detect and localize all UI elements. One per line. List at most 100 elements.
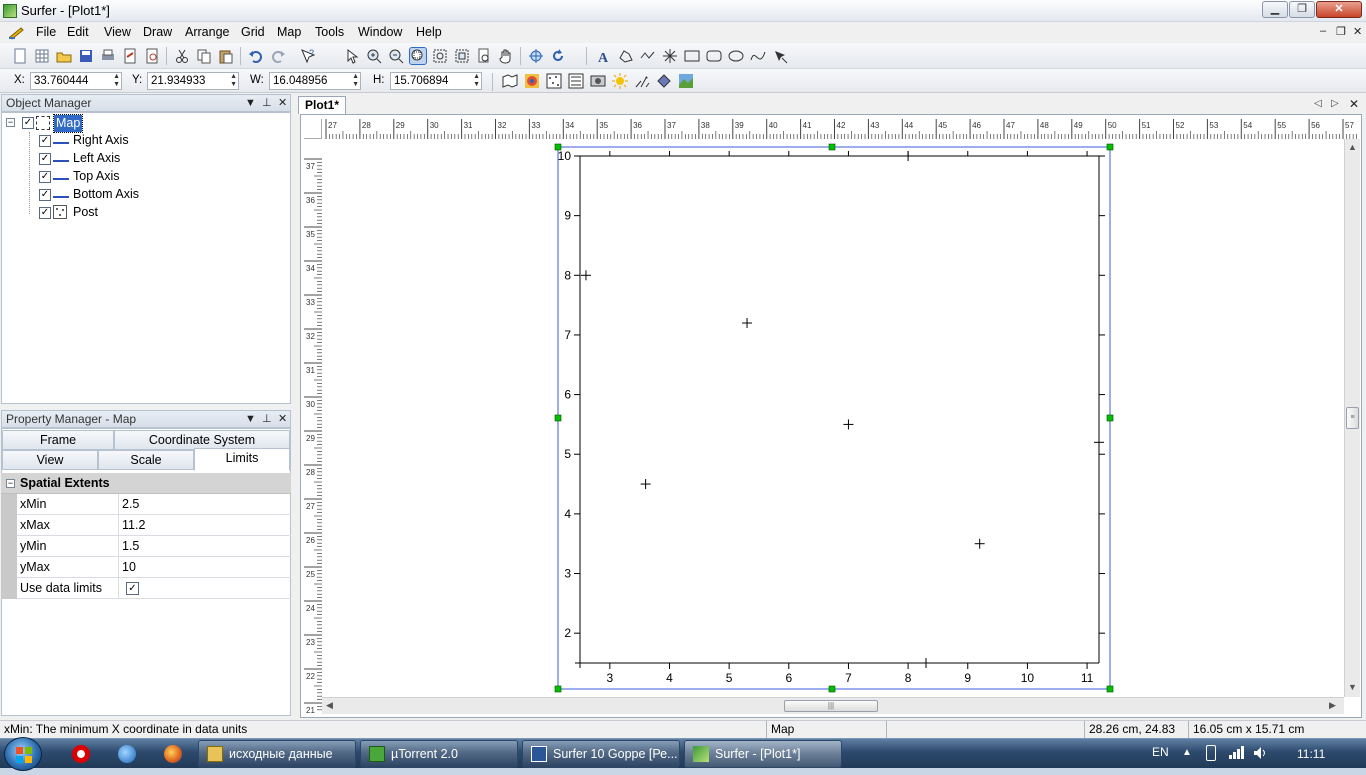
tray-expand-icon[interactable]: ▲ [1182, 747, 1192, 758]
polyline-icon[interactable] [640, 48, 656, 64]
rounded-rectangle-icon[interactable] [706, 48, 722, 64]
vertical-scroll-thumb[interactable]: ≡ [1346, 407, 1359, 429]
menu-help[interactable]: Help [416, 25, 442, 39]
tab-plot1[interactable]: Plot1* [298, 96, 347, 114]
tab-view[interactable]: View [2, 450, 98, 470]
new-worksheet-icon[interactable] [34, 48, 50, 64]
y-position-field[interactable]: 21.934933 ▲ ▼ [147, 72, 239, 90]
scroll-down-arrow-icon[interactable]: ▼ [1348, 682, 1357, 692]
panel-menu-icon[interactable]: ▼ [245, 411, 256, 427]
tree-item-map[interactable]: Map [52, 114, 84, 133]
open-icon[interactable] [56, 48, 72, 64]
selection-handle[interactable] [1106, 143, 1114, 151]
new-icon[interactable] [12, 48, 28, 64]
tree-item-top-axis[interactable]: Top Axis [73, 168, 120, 185]
section-header-spatial-extents[interactable]: − Spatial Extents [1, 473, 291, 494]
tab-limits[interactable]: Limits [194, 448, 290, 471]
wireframe-icon[interactable] [656, 73, 672, 89]
post-map-icon[interactable] [546, 73, 562, 89]
pin-icon[interactable]: ⊥ [262, 411, 272, 427]
select-arrow-icon[interactable] [344, 48, 360, 64]
firefox-icon[interactable] [164, 745, 182, 763]
rotate-icon[interactable] [550, 48, 566, 64]
export-icon[interactable] [122, 48, 138, 64]
clock[interactable]: 11:11 [1297, 747, 1325, 761]
menu-tools[interactable]: Tools [315, 25, 344, 39]
document-system-icon[interactable] [8, 25, 24, 40]
copy-icon[interactable] [196, 48, 212, 64]
tree-item-post[interactable]: Post [73, 204, 98, 221]
base-map-icon[interactable] [502, 73, 518, 89]
menu-map[interactable]: Map [277, 25, 301, 39]
tab-frame[interactable]: Frame [2, 430, 114, 450]
trackball-icon[interactable] [528, 48, 544, 64]
mdi-close-button[interactable]: ✕ [1353, 25, 1362, 38]
ymin-value-field[interactable]: 1.5 [118, 536, 291, 557]
volume-icon[interactable] [1252, 745, 1268, 764]
tab-coordinate-system[interactable]: Coordinate System [114, 430, 290, 450]
selection-handle[interactable] [1106, 685, 1114, 693]
help-pointer-icon[interactable]: ? [300, 48, 316, 64]
menu-window[interactable]: Window [358, 25, 402, 39]
spline-icon[interactable] [750, 48, 766, 64]
top-axis-visibility-checkbox[interactable]: ✓ [39, 171, 51, 183]
tree-item-bottom-axis[interactable]: Bottom Axis [73, 186, 139, 203]
x-position-field[interactable]: 33.760444 ▲ ▼ [30, 72, 122, 90]
right-axis-visibility-checkbox[interactable]: ✓ [39, 135, 51, 147]
left-axis-visibility-checkbox[interactable]: ✓ [39, 153, 51, 165]
menu-edit[interactable]: Edit [67, 25, 89, 39]
taskbar-item-surfer[interactable]: Surfer - [Plot1*] [684, 740, 842, 768]
surface-map-icon[interactable] [678, 73, 694, 89]
menu-arrange[interactable]: Arrange [185, 25, 229, 39]
panel-close-icon[interactable]: ✕ [278, 411, 287, 427]
minimize-button[interactable]: ▁ [1262, 1, 1288, 18]
tab-scroll-right-icon[interactable]: ▷ [1331, 98, 1339, 109]
scroll-left-arrow-icon[interactable]: ◀ [326, 700, 333, 711]
selection-handle[interactable] [828, 143, 836, 151]
scroll-right-arrow-icon[interactable]: ▶ [1329, 700, 1336, 711]
xmax-value-field[interactable]: 11.2 [118, 515, 291, 536]
save-icon[interactable] [78, 48, 94, 64]
menu-grid[interactable]: Grid [241, 25, 265, 39]
mdi-restore-button[interactable]: ❐ [1336, 25, 1346, 38]
zoom-out-icon[interactable] [388, 48, 404, 64]
h-spinner[interactable]: ▲ ▼ [473, 73, 480, 89]
selection-handle[interactable] [554, 685, 562, 693]
print-preview-icon[interactable] [144, 48, 160, 64]
bottom-axis-visibility-checkbox[interactable]: ✓ [39, 189, 51, 201]
symbol-icon[interactable] [662, 48, 678, 64]
zoom-page-icon[interactable] [432, 48, 448, 64]
ellipse-icon[interactable] [728, 48, 744, 64]
panel-menu-icon[interactable]: ▼ [245, 95, 256, 111]
post-visibility-checkbox[interactable]: ✓ [39, 207, 51, 219]
contour-map-icon[interactable] [524, 73, 540, 89]
polygon-icon[interactable] [618, 48, 634, 64]
cut-icon[interactable] [174, 48, 190, 64]
zoom-selected-icon[interactable] [476, 48, 492, 64]
opera-icon[interactable] [72, 745, 90, 763]
battery-icon[interactable] [1206, 745, 1216, 761]
reshape-icon[interactable] [772, 48, 788, 64]
tree-item-right-axis[interactable]: Right Axis [73, 132, 129, 149]
shaded-relief-icon[interactable] [612, 73, 628, 89]
text-icon[interactable]: A [596, 48, 612, 64]
paste-icon[interactable] [218, 48, 234, 64]
ymax-value-field[interactable]: 10 [118, 557, 291, 578]
taskbar-item-word[interactable]: Surfer 10 Goppe [Ре... [522, 740, 680, 768]
collapse-icon[interactable]: − [6, 479, 15, 488]
network-icon[interactable] [1228, 746, 1244, 763]
map-visibility-checkbox[interactable]: ✓ [22, 117, 34, 129]
pin-icon[interactable]: ⊥ [262, 95, 272, 111]
vector-map-icon[interactable] [634, 73, 650, 89]
redo-icon[interactable] [270, 48, 286, 64]
collapse-icon[interactable]: − [6, 118, 15, 127]
scroll-up-arrow-icon[interactable]: ▲ [1348, 142, 1357, 152]
use-data-limits-checkbox[interactable]: ✓ [126, 582, 139, 595]
taskbar-item-utorrent[interactable]: µTorrent 2.0 [360, 740, 518, 768]
map-plot[interactable]: 3 4 5 6 7 8 9 10 11 2 3 4 5 6 7 8 9 10 [322, 139, 1344, 697]
internet-explorer-icon[interactable] [118, 745, 136, 763]
width-field[interactable]: 16.048956 ▲ ▼ [269, 72, 361, 90]
zoom-rectangle-icon[interactable] [409, 47, 427, 65]
x-spinner[interactable]: ▲ ▼ [113, 73, 120, 89]
tab-scale[interactable]: Scale [98, 450, 194, 470]
